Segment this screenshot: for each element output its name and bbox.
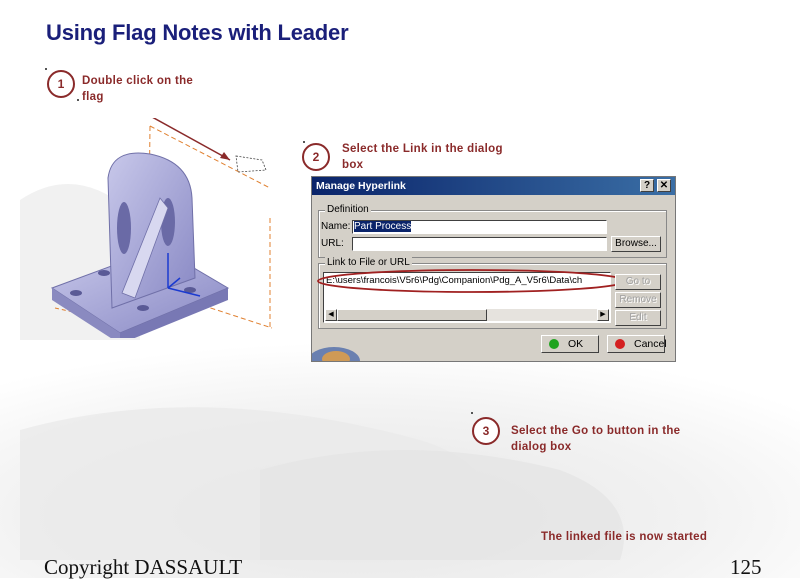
scroll-left-icon[interactable]: ◀ — [325, 309, 337, 321]
scroll-right-icon[interactable]: ▶ — [597, 309, 609, 321]
bracket-part-illustration — [50, 118, 273, 338]
horizontal-scrollbar[interactable]: ◀ ▶ — [325, 309, 609, 321]
linked-file-note: The linked file is now started — [541, 531, 708, 543]
step-2-line1: Select the Link in the dialog — [342, 143, 503, 155]
close-button[interactable]: ✕ — [657, 179, 671, 192]
dialog-title: Manage Hyperlink — [316, 180, 406, 192]
url-field[interactable] — [352, 237, 607, 251]
step-1-text: Double click on the flag — [82, 73, 193, 105]
browse-button[interactable]: Browse... — [611, 236, 661, 252]
highlight-ellipse — [317, 269, 627, 293]
step-2-text: Select the Link in the dialog box — [342, 141, 503, 173]
dialog-corner-graphic — [312, 347, 360, 361]
dialog-titlebar: Manage Hyperlink ? ✕ — [312, 177, 675, 195]
copyright-footer: Copyright DASSAULT — [44, 555, 243, 579]
step-3-text: Select the Go to button in the dialog bo… — [511, 423, 680, 455]
name-label: Name: — [321, 221, 351, 232]
step-1-line2: flag — [82, 91, 104, 103]
remove-button[interactable]: Remove — [615, 292, 661, 308]
step-2-marker: 2 — [302, 143, 330, 171]
definition-legend: Definition — [325, 204, 371, 215]
name-field[interactable]: Part Process — [352, 220, 607, 234]
step-3-line1: Select the Go to button in the — [511, 425, 681, 437]
step-1-marker: 1 — [47, 70, 75, 98]
name-value: Part Process — [354, 221, 412, 232]
page-number: 125 — [730, 555, 762, 579]
step-3-line2: dialog box — [511, 441, 572, 453]
ok-label: OK — [568, 338, 584, 350]
url-label: URL: — [321, 238, 344, 249]
goto-button[interactable]: Go to — [615, 274, 661, 290]
ok-icon — [549, 339, 559, 349]
cancel-button[interactable]: Cancel — [607, 335, 667, 353]
step-2-line2: box — [342, 159, 364, 171]
cancel-label: Cancel — [634, 338, 667, 350]
scroll-thumb[interactable] — [337, 309, 487, 321]
step-1-line1: Double click on the — [82, 75, 194, 87]
manage-hyperlink-dialog: Manage Hyperlink ? ✕ Definition Name: Pa… — [311, 176, 676, 362]
ok-button[interactable]: OK — [541, 335, 599, 353]
step-3-marker: 3 — [472, 417, 500, 445]
slide-title: Using Flag Notes with Leader — [46, 20, 349, 45]
edit-button[interactable]: Edit — [615, 310, 661, 326]
help-button[interactable]: ? — [640, 179, 654, 192]
cancel-icon — [615, 339, 625, 349]
